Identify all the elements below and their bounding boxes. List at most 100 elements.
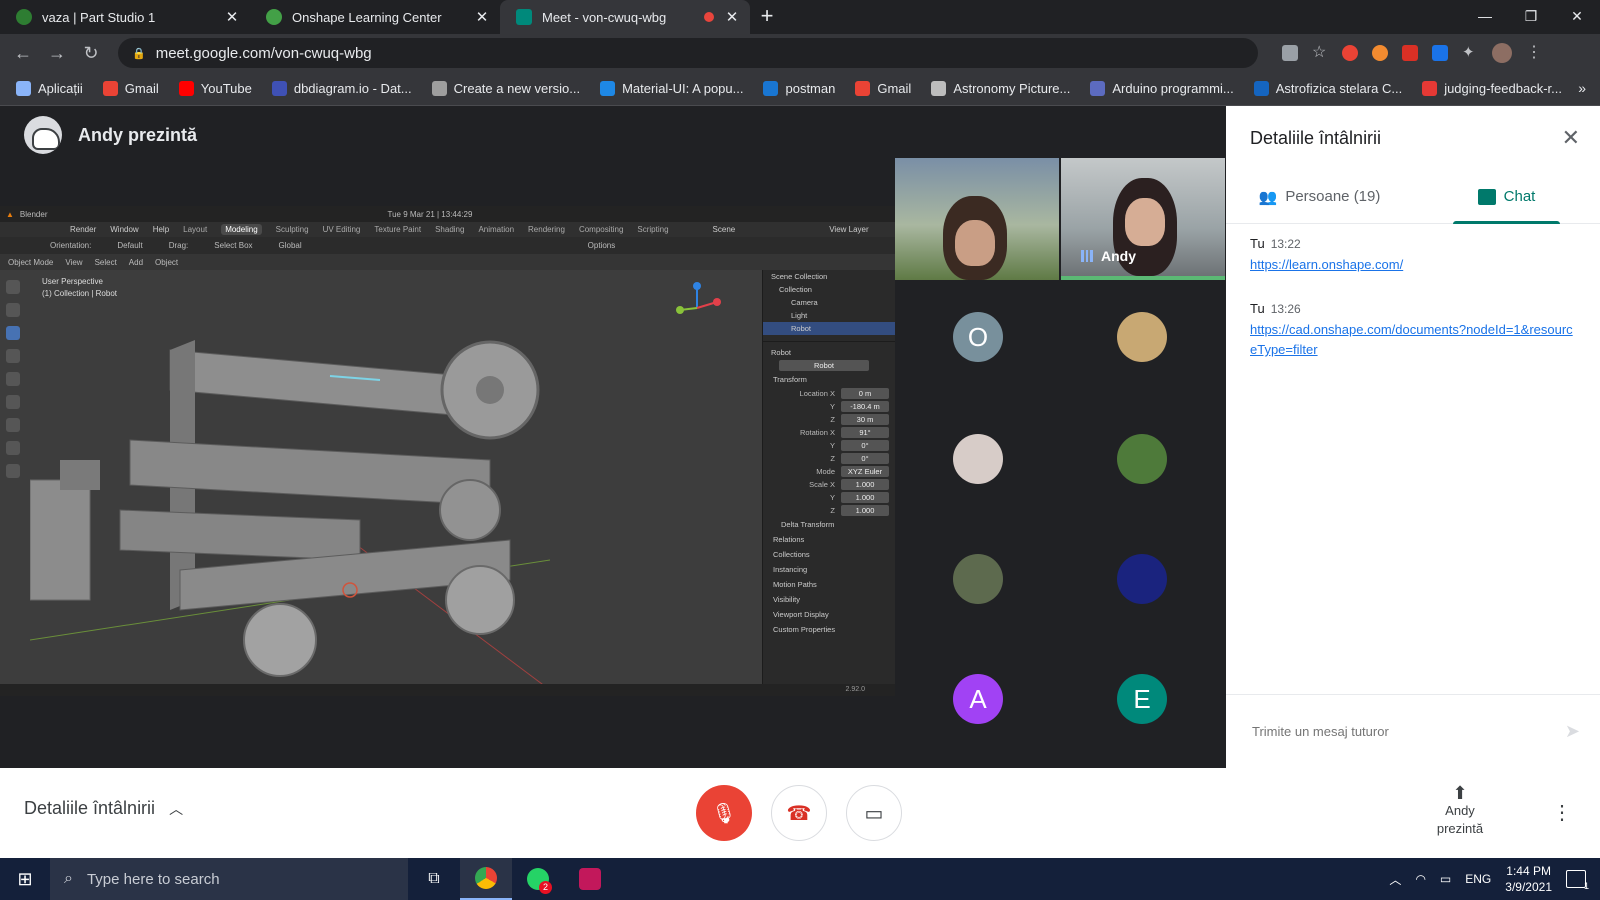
3d-viewport[interactable]: User Perspective (1) Collection | Robot — [0, 270, 762, 690]
bookmark-arduino[interactable]: Arduino programmi... — [1090, 81, 1234, 96]
measure-tool-icon[interactable] — [6, 441, 20, 455]
extension-orange-icon[interactable] — [1372, 45, 1388, 61]
scale-z-field[interactable]: 1.000 — [841, 505, 889, 516]
whatsapp-taskbar-icon[interactable]: 2 — [512, 858, 564, 900]
location-x-field[interactable]: 0 m — [841, 388, 889, 399]
bookmark-postman[interactable]: postman — [763, 81, 835, 96]
outliner-scene-collection[interactable]: Scene Collection — [763, 270, 895, 283]
new-tab-button[interactable]: + — [750, 0, 784, 34]
add-menu[interactable]: Add — [129, 258, 143, 267]
menu-help[interactable]: Help — [153, 225, 169, 234]
browser-tab-onshape-part[interactable]: vaza | Part Studio 1 ✕ — [0, 0, 250, 34]
rotation-mode-dropdown[interactable]: XYZ Euler — [841, 466, 889, 477]
mic-muted-button[interactable]: 🎙︎ — [696, 785, 752, 841]
bookmark-astrofizica[interactable]: Astrofizica stelara C... — [1253, 81, 1402, 96]
workspace-sculpting[interactable]: Sculpting — [276, 225, 309, 234]
cursor-tool-icon[interactable] — [6, 303, 20, 317]
wifi-icon[interactable]: ◠ — [1415, 872, 1425, 886]
workspace-rendering[interactable]: Rendering — [528, 225, 565, 234]
workspace-texture-paint[interactable]: Texture Paint — [374, 225, 421, 234]
scale-tool-icon[interactable] — [6, 372, 20, 386]
extension-red-icon[interactable] — [1342, 45, 1358, 61]
object-name-field[interactable]: Robot — [779, 360, 869, 371]
viewport-display-section[interactable]: Viewport Display — [763, 607, 895, 622]
participant-avatar-o[interactable]: O — [953, 312, 1003, 362]
select-menu[interactable]: Select — [95, 258, 117, 267]
camera-button[interactable]: ▭ — [846, 785, 902, 841]
restore-icon[interactable]: ❐ — [1508, 0, 1554, 32]
object-menu[interactable]: Object — [155, 258, 178, 267]
chat-input[interactable] — [1246, 715, 1565, 748]
tab-people[interactable]: 👥 Persoane (19) — [1226, 170, 1413, 223]
language-indicator[interactable]: ENG — [1465, 872, 1491, 886]
select-tool-icon[interactable] — [6, 280, 20, 294]
location-z-field[interactable]: 30 m — [841, 414, 889, 425]
puzzle-icon[interactable]: ✦ — [1462, 45, 1478, 61]
rotate-tool-icon[interactable] — [6, 349, 20, 363]
tab-chat[interactable]: Chat — [1413, 170, 1600, 224]
outliner-collection[interactable]: Collection — [763, 283, 895, 296]
options-dropdown[interactable]: Options — [588, 241, 616, 250]
profile-avatar-icon[interactable] — [1492, 43, 1512, 63]
motion-paths-section[interactable]: Motion Paths — [763, 577, 895, 592]
bookmark-gmail[interactable]: Gmail — [102, 81, 159, 96]
panel-close-icon[interactable]: ✕ — [1562, 125, 1580, 151]
rotation-z-field[interactable]: 0° — [841, 453, 889, 464]
notification-center-icon[interactable]: 1 — [1566, 870, 1589, 891]
camera-blocked-icon[interactable] — [1282, 45, 1298, 61]
present-now-button[interactable]: ⬆ Andy prezintă — [1420, 784, 1500, 838]
scene-selector[interactable]: Scene — [713, 225, 736, 234]
workspace-shading[interactable]: Shading — [435, 225, 464, 234]
windows-start-icon[interactable]: ⊞ — [0, 858, 50, 900]
participant-avatar-photo[interactable] — [1117, 554, 1167, 604]
bookmark-apps[interactable]: Aplicații — [16, 81, 83, 96]
robot-3d-model[interactable] — [30, 310, 550, 690]
location-y-field[interactable]: -180.4 m — [841, 401, 889, 412]
workspace-uv-editing[interactable]: UV Editing — [323, 225, 361, 234]
chrome-taskbar-icon[interactable] — [460, 858, 512, 900]
tab-close-icon[interactable]: ✕ — [474, 8, 490, 26]
extension-red-box-icon[interactable] — [1402, 45, 1418, 61]
scale-y-field[interactable]: 1.000 — [841, 492, 889, 503]
workspace-compositing[interactable]: Compositing — [579, 225, 623, 234]
andy-camera-tile[interactable]: Andy — [1061, 158, 1225, 280]
browser-tab-onshape-learning[interactable]: Onshape Learning Center ✕ — [250, 0, 500, 34]
rotation-x-field[interactable]: 91° — [841, 427, 889, 438]
menu-render[interactable]: Render — [70, 225, 96, 234]
instancing-section[interactable]: Instancing — [763, 562, 895, 577]
star-icon[interactable]: ☆ — [1312, 45, 1328, 61]
back-icon[interactable]: ← — [6, 43, 40, 64]
battery-icon[interactable]: ▭ — [1440, 872, 1451, 886]
annotate-tool-icon[interactable] — [6, 418, 20, 432]
view-menu[interactable]: View — [65, 258, 82, 267]
window-close-icon[interactable]: ✕ — [1554, 0, 1600, 32]
meeting-details-toggle[interactable]: Detaliile întâlnirii ︿ — [24, 798, 183, 819]
participant-avatar-a[interactable]: A — [953, 674, 1003, 724]
view-layer-selector[interactable]: View Layer — [829, 225, 868, 234]
minimize-icon[interactable]: — — [1462, 0, 1508, 32]
tab-close-icon[interactable]: ✕ — [724, 8, 740, 26]
bookmark-dbdiagram[interactable]: dbdiagram.io - Dat... — [271, 81, 412, 96]
transform-tool-icon[interactable] — [6, 395, 20, 409]
outliner-camera[interactable]: Camera — [763, 296, 895, 309]
url-field[interactable]: 🔒 meet.google.com/von-cwuq-wbg — [118, 38, 1258, 68]
navigation-gizmo[interactable] — [672, 278, 722, 328]
workspace-scripting[interactable]: Scripting — [637, 225, 668, 234]
extension-blue-icon[interactable] — [1432, 45, 1448, 61]
message-link[interactable]: https://cad.onshape.com/documents?nodeId… — [1250, 320, 1576, 360]
menu-dots-icon[interactable]: ⋮ — [1526, 45, 1542, 61]
participant-avatar-photo[interactable] — [953, 434, 1003, 484]
workspace-modeling[interactable]: Modeling — [221, 224, 262, 235]
bookmark-judging[interactable]: judging-feedback-r... — [1422, 81, 1562, 96]
object-mode-dropdown[interactable]: Object Mode — [8, 258, 53, 267]
outliner-light[interactable]: Light — [763, 309, 895, 322]
participant-avatar-photo[interactable] — [953, 554, 1003, 604]
send-icon[interactable]: ➤ — [1565, 721, 1580, 742]
bookmark-create-version[interactable]: Create a new versio... — [431, 81, 580, 96]
bookmark-apod[interactable]: Astronomy Picture... — [931, 81, 1070, 96]
menu-window[interactable]: Window — [110, 225, 138, 234]
delta-transform-section[interactable]: Delta Transform — [763, 517, 895, 532]
workspace-animation[interactable]: Animation — [478, 225, 514, 234]
taskbar-clock[interactable]: 1:44 PM 3/9/2021 — [1505, 863, 1552, 895]
taskbar-search[interactable]: ⌕ Type here to search — [50, 858, 408, 900]
